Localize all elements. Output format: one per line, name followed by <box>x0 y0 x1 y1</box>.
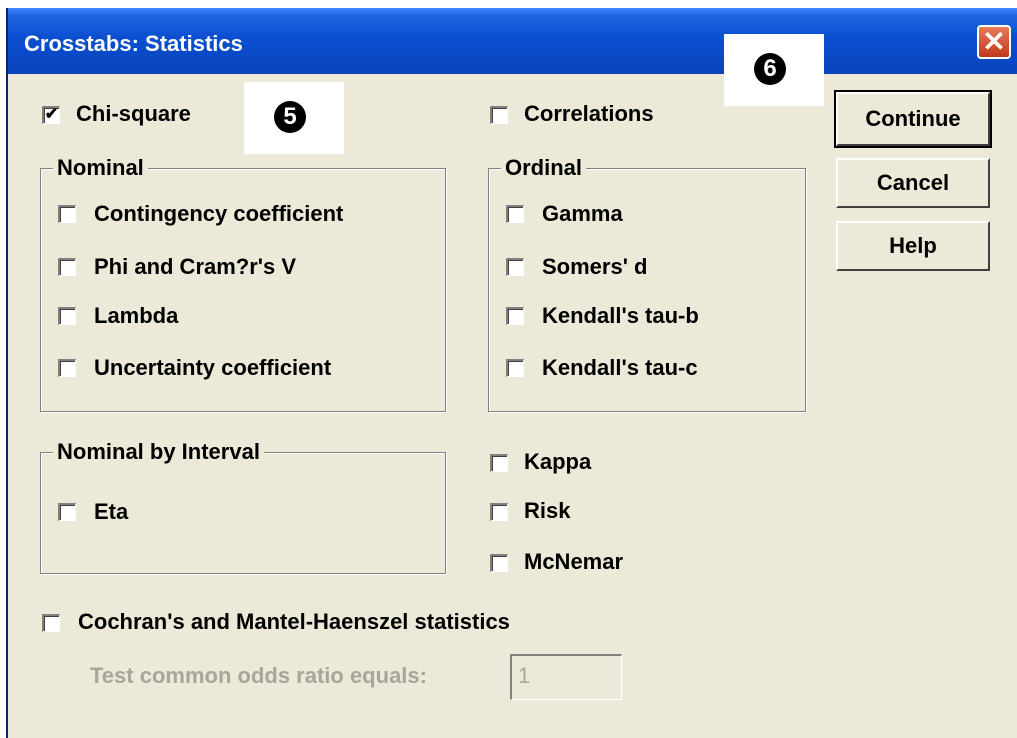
uncertainty-coefficient-label: Uncertainty coefficient <box>94 355 332 380</box>
lambda-label: Lambda <box>94 303 179 328</box>
common-odds-ratio-label: Test common odds ratio equals: <box>90 663 427 688</box>
phi-cramers-v-checkbox[interactable] <box>58 258 76 276</box>
help-button[interactable]: Help <box>836 221 990 271</box>
continue-button[interactable]: Continue <box>834 90 992 148</box>
nominal-by-interval-title: Nominal by Interval <box>53 439 264 465</box>
badge-6-number: 6 <box>754 53 786 85</box>
close-icon[interactable]: ✕ <box>977 25 1011 59</box>
common-odds-ratio-input[interactable]: 1 <box>510 654 622 700</box>
risk-checkbox[interactable] <box>490 503 508 521</box>
kappa-label: Kappa <box>524 449 592 474</box>
kendalls-tau-b-checkbox[interactable] <box>506 307 524 325</box>
kendalls-tau-b-label: Kendall's tau-b <box>542 303 699 328</box>
kappa-checkbox[interactable] <box>490 454 508 472</box>
eta-label: Eta <box>94 499 129 524</box>
chi-square-checkbox[interactable]: ✔ <box>42 106 60 124</box>
mcnemar-label: McNemar <box>524 549 624 574</box>
lambda-checkbox[interactable] <box>58 307 76 325</box>
kendalls-tau-c-label: Kendall's tau-c <box>542 355 698 380</box>
annotation-badge-6: 6 <box>724 34 824 106</box>
gamma-label: Gamma <box>542 201 623 226</box>
kendalls-tau-c-checkbox[interactable] <box>506 359 524 377</box>
mcnemar-checkbox[interactable] <box>490 554 508 572</box>
risk-label: Risk <box>524 498 571 523</box>
somers-d-label: Somers' d <box>542 254 648 279</box>
cochran-mantel-haenszel-checkbox[interactable] <box>42 614 60 632</box>
somers-d-checkbox[interactable] <box>506 258 524 276</box>
nominal-group-title: Nominal <box>53 155 148 181</box>
chi-square-label: Chi-square <box>76 101 191 126</box>
correlations-label: Correlations <box>524 101 654 126</box>
window-title: Crosstabs: Statistics <box>24 31 243 56</box>
uncertainty-coefficient-checkbox[interactable] <box>58 359 76 377</box>
title-bar[interactable]: Crosstabs: Statistics ✕ <box>8 8 1017 74</box>
eta-checkbox[interactable] <box>58 503 76 521</box>
contingency-coefficient-checkbox[interactable] <box>58 205 76 223</box>
contingency-coefficient-label: Contingency coefficient <box>94 201 344 226</box>
annotation-badge-5: 5 <box>244 82 344 154</box>
cochran-mantel-haenszel-label: Cochran's and Mantel-Haenszel statistics <box>78 609 510 634</box>
phi-cramers-v-label: Phi and Cram?r's V <box>94 254 297 279</box>
ordinal-group-title: Ordinal <box>501 155 587 181</box>
badge-5-number: 5 <box>274 101 306 133</box>
correlations-checkbox[interactable] <box>490 106 508 124</box>
crosstabs-statistics-dialog: Crosstabs: Statistics ✕ 5 6 ✔ Chi-square… <box>6 8 1017 738</box>
gamma-checkbox[interactable] <box>506 205 524 223</box>
cancel-button[interactable]: Cancel <box>836 158 990 208</box>
